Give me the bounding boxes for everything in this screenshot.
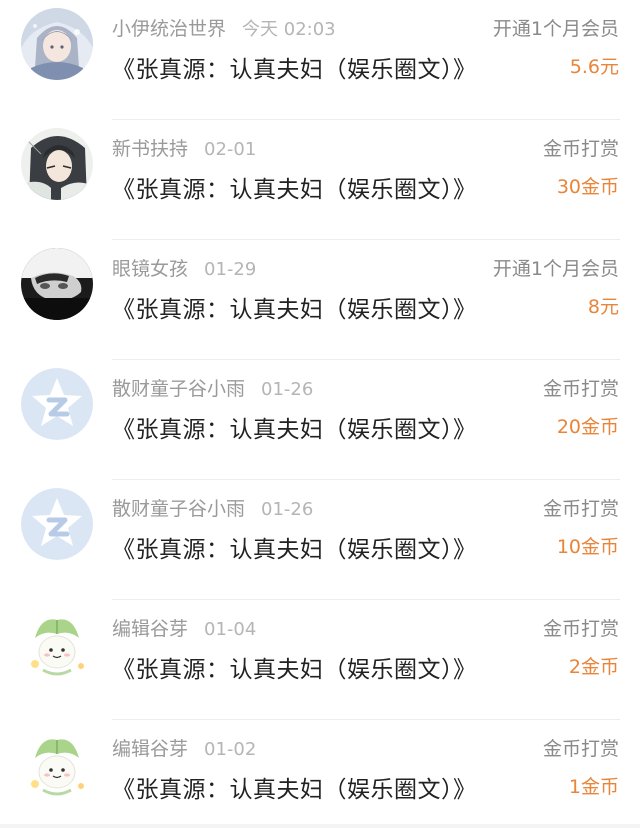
sprout-mascot-avatar-icon: [21, 728, 93, 800]
user-line: 眼镜女孩 01-29: [112, 254, 256, 281]
book-title[interactable]: 《张真源：认真夫妇（娱乐圈文）》: [112, 290, 477, 324]
reward-type: 金币打赏: [542, 738, 619, 760]
record-date: 01-02: [204, 739, 257, 760]
avatar[interactable]: [21, 488, 93, 560]
record-date: 01-04: [204, 619, 257, 640]
username[interactable]: 散财童子谷小雨: [112, 498, 245, 520]
user-line: 小伊统治世界 今天 02:03: [112, 14, 336, 41]
bottom-divider: [0, 824, 640, 828]
book-title[interactable]: 《张真源：认真夫妇（娱乐圈文）》: [112, 170, 477, 204]
reward-record-list: 小伊统治世界 今天 02:03 《张真源：认真夫妇（娱乐圈文）》 开通1个月会员 …: [0, 0, 640, 828]
avatar[interactable]: [21, 128, 93, 200]
anime-boy-avatar-icon: [21, 128, 93, 200]
reward-amount: 1金币: [568, 776, 619, 798]
default-star-avatar-icon: [21, 368, 93, 440]
avatar[interactable]: [21, 248, 93, 320]
list-item[interactable]: 散财童子谷小雨 01-26 《张真源：认真夫妇（娱乐圈文）》 金币打赏 20金币: [0, 360, 640, 480]
avatar[interactable]: [21, 8, 93, 80]
user-line: 编辑谷芽 01-04: [112, 614, 256, 641]
user-line: 新书扶持 02-01: [112, 134, 256, 161]
book-title[interactable]: 《张真源：认真夫妇（娱乐圈文）》: [112, 410, 477, 444]
list-item[interactable]: 散财童子谷小雨 01-26 《张真源：认真夫妇（娱乐圈文）》 金币打赏 10金币: [0, 480, 640, 600]
list-item[interactable]: 小伊统治世界 今天 02:03 《张真源：认真夫妇（娱乐圈文）》 开通1个月会员 …: [0, 0, 640, 120]
anime-girl-avatar-icon: [21, 8, 93, 80]
reward-amount: 5.6元: [569, 56, 619, 78]
book-title[interactable]: 《张真源：认真夫妇（娱乐圈文）》: [112, 650, 477, 684]
reward-amount: 8元: [587, 296, 619, 318]
photo-avatar-icon: [21, 248, 93, 320]
list-item[interactable]: 编辑谷芽 01-02 《张真源：认真夫妇（娱乐圈文）》 金币打赏 1金币: [0, 720, 640, 824]
username[interactable]: 眼镜女孩: [112, 258, 188, 280]
username[interactable]: 编辑谷芽: [112, 738, 188, 760]
avatar[interactable]: [21, 368, 93, 440]
user-line: 散财童子谷小雨 01-26: [112, 494, 313, 521]
book-title[interactable]: 《张真源：认真夫妇（娱乐圈文）》: [112, 530, 477, 564]
reward-amount: 2金币: [568, 656, 619, 678]
username[interactable]: 散财童子谷小雨: [112, 378, 245, 400]
user-line: 散财童子谷小雨 01-26: [112, 374, 313, 401]
book-title[interactable]: 《张真源：认真夫妇（娱乐圈文）》: [112, 50, 477, 84]
user-line: 编辑谷芽 01-02: [112, 734, 256, 761]
record-date: 01-26: [261, 379, 314, 400]
record-date: 02-01: [204, 139, 257, 160]
username[interactable]: 新书扶持: [112, 138, 188, 160]
reward-type: 开通1个月会员: [492, 18, 619, 40]
record-date: 01-29: [204, 259, 257, 280]
default-star-avatar-icon: [21, 488, 93, 560]
reward-type: 金币打赏: [542, 618, 619, 640]
list-item[interactable]: 编辑谷芽 01-04 《张真源：认真夫妇（娱乐圈文）》 金币打赏 2金币: [0, 600, 640, 720]
avatar[interactable]: [21, 728, 93, 800]
reward-amount: 30金币: [556, 176, 619, 198]
reward-type: 金币打赏: [542, 138, 619, 160]
sprout-mascot-avatar-icon: [21, 608, 93, 680]
list-item[interactable]: 新书扶持 02-01 《张真源：认真夫妇（娱乐圈文）》 金币打赏 30金币: [0, 120, 640, 240]
reward-type: 金币打赏: [542, 378, 619, 400]
reward-amount: 20金币: [556, 416, 619, 438]
record-date: 今天 02:03: [242, 19, 336, 40]
username[interactable]: 编辑谷芽: [112, 618, 188, 640]
book-title[interactable]: 《张真源：认真夫妇（娱乐圈文）》: [112, 770, 477, 804]
list-item[interactable]: 眼镜女孩 01-29 《张真源：认真夫妇（娱乐圈文）》 开通1个月会员 8元: [0, 240, 640, 360]
reward-amount: 10金币: [556, 536, 619, 558]
username[interactable]: 小伊统治世界: [112, 18, 226, 40]
record-date: 01-26: [261, 499, 314, 520]
reward-type: 开通1个月会员: [492, 258, 619, 280]
avatar[interactable]: [21, 608, 93, 680]
reward-type: 金币打赏: [542, 498, 619, 520]
